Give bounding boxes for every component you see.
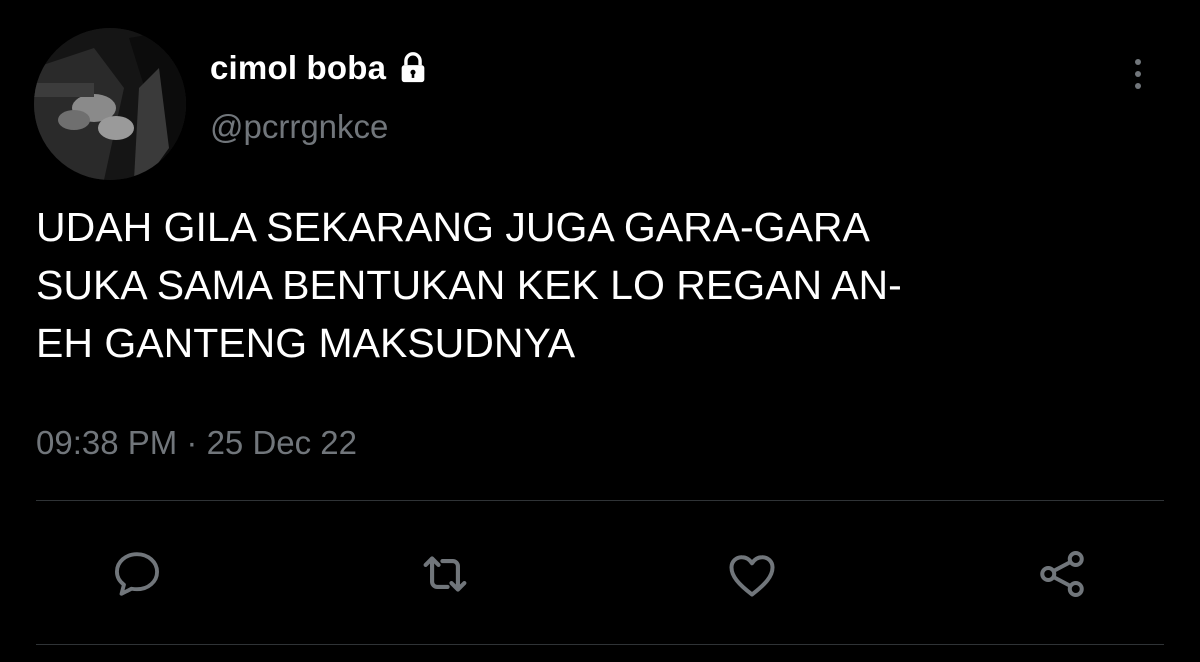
heart-icon [729, 555, 775, 597]
tweet-text: UDAH GILA SEKARANG JUGA GARA-GARA SUKA S… [36, 204, 902, 366]
more-options-button[interactable] [1118, 52, 1158, 96]
share-icon [1040, 550, 1084, 598]
lock-icon [396, 51, 430, 85]
more-vertical-icon [1135, 59, 1141, 89]
reply-button[interactable] [105, 542, 169, 606]
comment-icon [115, 552, 159, 596]
like-button[interactable] [720, 542, 784, 606]
avatar[interactable] [34, 28, 186, 180]
user-handle[interactable]: @pcrrgnkce [210, 108, 388, 146]
retweet-button[interactable] [413, 542, 477, 606]
tweet-timestamp[interactable]: 09:38 PM · 25 Dec 22 [36, 424, 357, 462]
divider [36, 500, 1164, 501]
user-name-row: cimol boba [210, 46, 430, 90]
avatar-image [34, 28, 186, 180]
retweet-icon [423, 556, 467, 592]
display-name[interactable]: cimol boba [210, 49, 386, 87]
share-button[interactable] [1030, 542, 1094, 606]
divider-bottom [36, 644, 1164, 645]
